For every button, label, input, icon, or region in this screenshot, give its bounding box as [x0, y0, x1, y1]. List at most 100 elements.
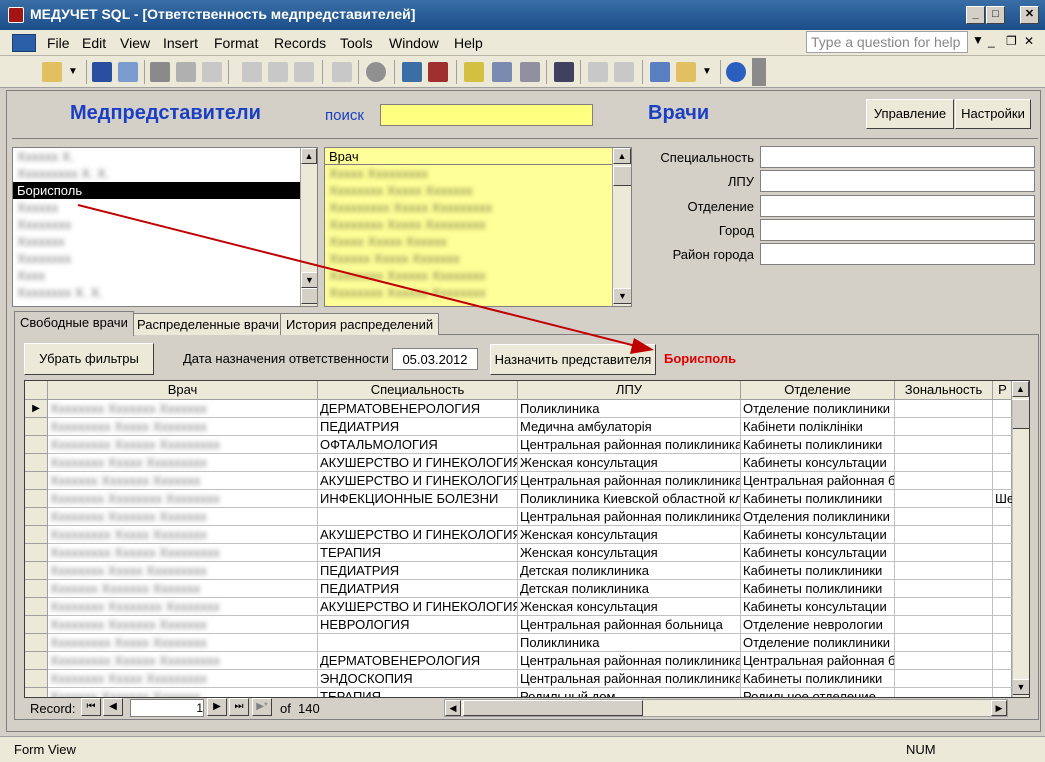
cell-doctor[interactable]: Xxxxxxxx Xxxxx Xxxxxxxxx	[48, 562, 318, 580]
cell-zonality[interactable]	[895, 580, 993, 598]
cell-lpu[interactable]: Поликлиника Киевской областной кл	[518, 490, 741, 508]
cell-lpu[interactable]: Центральная районная поликлиника	[518, 652, 741, 670]
menu-tools[interactable]: Tools	[340, 35, 373, 51]
scroll-thumb[interactable]	[613, 166, 631, 186]
cell-zonality[interactable]	[895, 616, 993, 634]
cell-lpu[interactable]: Женская консультация	[518, 526, 741, 544]
menu-help[interactable]: Help	[454, 35, 483, 51]
menu-view[interactable]: View	[120, 35, 150, 51]
help-icon[interactable]	[726, 62, 746, 82]
cell-doctor[interactable]: Xxxxxxx Xxxxxxx Xxxxxxx	[48, 472, 318, 490]
cell-doctor[interactable]: Xxxxxxxx Xxxxxxx Xxxxxxx	[48, 400, 318, 418]
scroll-thumb[interactable]	[463, 700, 643, 716]
department-field[interactable]	[760, 195, 1035, 217]
date-field[interactable]	[392, 348, 478, 370]
sort-descending-icon[interactable]	[428, 62, 448, 82]
spelling-icon[interactable]	[202, 62, 222, 82]
scroll-thumb[interactable]	[301, 288, 317, 304]
cell-specialty[interactable]: ПЕДИАТРИЯ	[318, 580, 518, 598]
list-item[interactable]: Xxxxxxxx Xxxxx Xxxxxxx	[325, 182, 631, 199]
new-object-dropdown-icon[interactable]: ▼	[702, 66, 712, 77]
help-dropdown-icon[interactable]: ▼	[972, 33, 984, 47]
cell-lpu[interactable]: Центральная районная поликлиника	[518, 670, 741, 688]
col-header-doctor[interactable]: Врач	[48, 381, 318, 400]
paste-icon[interactable]	[294, 62, 314, 82]
cell-specialty[interactable]: ДЕРМАТОВЕНЕРОЛОГИЯ	[318, 400, 518, 418]
cell-department[interactable]: Отделение поликлиники	[741, 400, 895, 418]
cell-district[interactable]	[993, 634, 1013, 652]
view-dropdown-icon[interactable]: ▼	[68, 66, 78, 77]
hyperlink-icon[interactable]	[366, 62, 386, 82]
cell-district[interactable]	[993, 562, 1013, 580]
row-selector[interactable]	[25, 688, 48, 697]
cell-department[interactable]: Кабинеты консультации	[741, 454, 895, 472]
tab-assignment-history[interactable]: История распределений	[280, 313, 440, 335]
cell-doctor[interactable]: Xxxxxxxxx Xxxxx Xxxxxxxx	[48, 418, 318, 436]
cell-lpu[interactable]: Поликлиника	[518, 634, 741, 652]
row-selector[interactable]	[25, 508, 48, 526]
row-selector[interactable]	[25, 490, 48, 508]
cell-district[interactable]	[993, 688, 1013, 697]
menu-records[interactable]: Records	[274, 35, 326, 51]
cell-zonality[interactable]	[895, 652, 993, 670]
undo-icon[interactable]	[332, 62, 352, 82]
cell-specialty[interactable]: ТЕРАПИЯ	[318, 688, 518, 697]
design-view-icon[interactable]	[42, 62, 62, 82]
filter-by-form-icon[interactable]	[492, 62, 512, 82]
cell-district[interactable]	[993, 454, 1013, 472]
lpu-field[interactable]	[760, 170, 1035, 192]
list-item[interactable]: Xxxxxxxxx X. X.	[13, 165, 317, 182]
cell-specialty[interactable]: ДЕРМАТОВЕНЕРОЛОГИЯ	[318, 652, 518, 670]
cell-lpu[interactable]: Центральная районная поликлиника	[518, 436, 741, 454]
cell-department[interactable]: Кабинеты поликлиники	[741, 670, 895, 688]
grid-scrollbar[interactable]: ▲ ▼	[1011, 381, 1029, 697]
cell-zonality[interactable]	[895, 400, 993, 418]
horizontal-scrollbar[interactable]: ◀ ▶	[444, 699, 1008, 717]
cell-doctor[interactable]: Xxxxxxxxx Xxxxx Xxxxxxxx	[48, 634, 318, 652]
cell-department[interactable]: Отделения поликлиники	[741, 508, 895, 526]
toolbar-options-icon[interactable]	[752, 58, 766, 86]
apply-filter-icon[interactable]	[520, 62, 540, 82]
mdi-minimize-button[interactable]: _	[988, 34, 995, 48]
cell-doctor[interactable]: Xxxxxxxx Xxxxxxxx Xxxxxxxx	[48, 490, 318, 508]
search-input[interactable]	[380, 104, 593, 126]
cell-district[interactable]	[993, 616, 1013, 634]
cell-zonality[interactable]	[895, 490, 993, 508]
cell-doctor[interactable]: Xxxxxxxx Xxxxxxxx Xxxxxxxx	[48, 598, 318, 616]
tab-assigned-doctors[interactable]: Распределенные врачи	[131, 313, 286, 335]
select-all-header[interactable]	[25, 381, 48, 400]
form-icon[interactable]	[12, 34, 36, 52]
mdi-restore-button[interactable]: ❐	[1006, 34, 1017, 48]
scroll-right-icon[interactable]: ▶	[991, 700, 1007, 716]
cell-lpu[interactable]: Медична амбулаторія	[518, 418, 741, 436]
list-item[interactable]: Xxxxxx	[13, 199, 317, 216]
clear-filters-button[interactable]: Убрать фильтры	[24, 343, 154, 375]
cell-district[interactable]	[993, 508, 1013, 526]
list-item[interactable]: Xxxxxxxx Xxxxx Xxxxxxxxx	[325, 216, 631, 233]
cell-doctor[interactable]: Xxxxxxxx Xxxxxxx Xxxxxxx	[48, 508, 318, 526]
cell-district[interactable]	[993, 418, 1013, 436]
next-record-icon[interactable]: ▶	[207, 698, 227, 716]
cell-district[interactable]	[993, 670, 1013, 688]
row-selector[interactable]	[25, 580, 48, 598]
cell-specialty[interactable]: ПЕДИАТРИЯ	[318, 418, 518, 436]
col-header-department[interactable]: Отделение	[741, 381, 895, 400]
cell-district[interactable]	[993, 544, 1013, 562]
cell-zonality[interactable]	[895, 544, 993, 562]
cell-specialty[interactable]: ТЕРАПИЯ	[318, 544, 518, 562]
cell-doctor[interactable]: Xxxxxxxxx Xxxxxx Xxxxxxxxx	[48, 652, 318, 670]
cell-specialty[interactable]: НЕВРОЛОГИЯ	[318, 616, 518, 634]
cell-department[interactable]: Отделение неврологии	[741, 616, 895, 634]
list-item[interactable]: Xxxxxxxx X. X.	[13, 284, 317, 301]
list-item-selected[interactable]: Борисполь	[13, 182, 300, 199]
delete-record-icon[interactable]	[614, 62, 634, 82]
cell-zonality[interactable]	[895, 688, 993, 697]
row-selector[interactable]: ▶	[25, 400, 48, 418]
cell-lpu[interactable]: Женская консультация	[518, 598, 741, 616]
cell-district[interactable]	[993, 598, 1013, 616]
cell-doctor[interactable]: Xxxxxxxxx Xxxxx Xxxxxxxx	[48, 526, 318, 544]
cell-district[interactable]	[993, 526, 1013, 544]
current-record-input[interactable]	[130, 699, 204, 717]
minimize-button[interactable]: _	[966, 6, 985, 24]
list-item[interactable]: Xxxxxxxx Xxxxxx Xxxxxxxx	[325, 284, 631, 301]
